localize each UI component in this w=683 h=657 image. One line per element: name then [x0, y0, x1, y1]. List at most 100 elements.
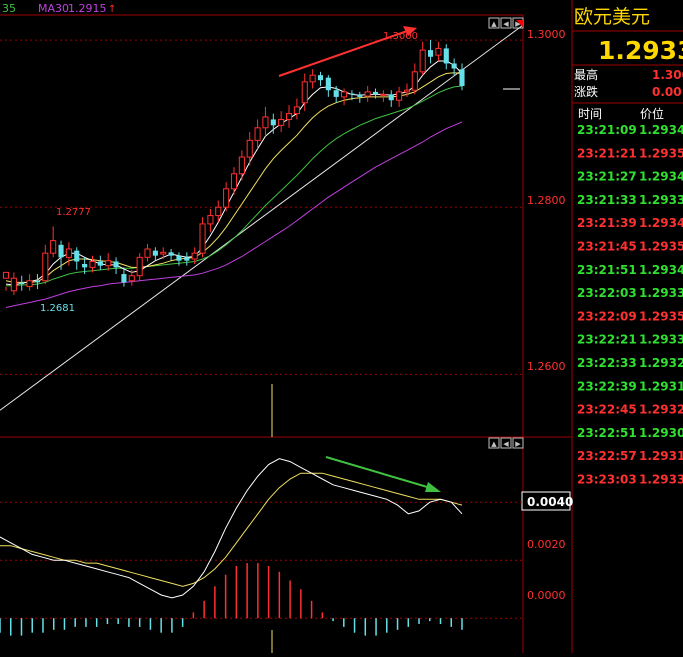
- candle-body-up: [380, 93, 387, 96]
- candle-body-down: [34, 280, 41, 283]
- peak-annotation: 1.3000: [383, 31, 418, 42]
- tick-time: 23:22:33: [577, 356, 637, 370]
- tick-time: 23:21:51: [577, 263, 637, 277]
- price-column-header: 价位: [640, 106, 664, 121]
- macd-scroll-left-icon: ◀: [503, 440, 509, 448]
- candle-body-up: [435, 47, 442, 56]
- candle-body-up: [230, 173, 238, 190]
- candle-body-down: [58, 244, 64, 258]
- tick-time: 23:22:39: [577, 379, 637, 393]
- candle-body-up: [364, 91, 371, 97]
- tick-time: 23:21:21: [577, 146, 637, 160]
- tick-time: 23:22:57: [577, 449, 637, 463]
- candle-body-up: [26, 280, 33, 288]
- tick-price: 1.2932: [639, 403, 683, 417]
- tick-price: 1.2933: [639, 333, 683, 347]
- tick-time: 23:22:21: [577, 333, 637, 347]
- time-column-header: 时间: [578, 107, 602, 121]
- macd-tick-label: 0.0020: [527, 538, 566, 551]
- candle-body-down: [113, 261, 119, 268]
- tick-price: 1.2935: [639, 309, 683, 323]
- candle-body-up: [403, 89, 411, 93]
- candle-body-up: [262, 116, 269, 129]
- candle-body-up: [223, 188, 230, 208]
- ma30-label: MA30: [38, 2, 69, 15]
- candle-body-up: [105, 260, 112, 267]
- candle-body-up: [411, 71, 418, 91]
- price-tick-label: 1.2800: [527, 194, 566, 207]
- candle-body-down: [97, 261, 103, 266]
- tick-price: 1.2934: [639, 216, 683, 230]
- scroll-left-icon: ◀: [503, 20, 509, 28]
- tick-time: 23:22:09: [577, 309, 637, 323]
- tick-time: 23:22:03: [577, 286, 637, 300]
- candle-body-up: [301, 81, 308, 104]
- candle-body-down: [388, 94, 394, 101]
- trading-chart[interactable]: 35 MA30 1.2915 ↑ ▲ ◀ ▶ ▲ ◀ ▶ 1.3000 1.28…: [0, 0, 683, 653]
- change-label: 涨跌: [574, 84, 598, 99]
- candle-body-up: [89, 261, 96, 268]
- tick-time: 23:21:33: [577, 193, 637, 207]
- tick-time: 23:23:03: [577, 473, 637, 487]
- candle-body-down: [443, 48, 449, 64]
- candle-body-down: [19, 282, 25, 285]
- macd-tick-label: 0.0000: [527, 589, 566, 602]
- candle-body-down: [74, 250, 80, 262]
- candle-body-up: [199, 223, 206, 254]
- top-panel-buttons: ▲ ◀ ▶: [488, 17, 524, 29]
- tick-time: 23:21:45: [577, 240, 637, 254]
- candle-body-up: [278, 118, 285, 126]
- macd-scroll-right-icon: ▶: [515, 440, 521, 448]
- tick-price: 1.2933: [639, 473, 683, 487]
- tick-time: 23:22:51: [577, 426, 637, 440]
- candle-body-up: [293, 106, 300, 115]
- change-value: 0.00: [652, 85, 682, 99]
- macd-current-value: 0.0040: [527, 495, 573, 509]
- candle-body-down: [459, 69, 465, 87]
- candle-body-down: [270, 119, 276, 126]
- candle-body-down: [349, 93, 355, 95]
- candle-body-down: [372, 91, 379, 95]
- candle-body-up: [246, 139, 253, 158]
- candle-body-down: [357, 94, 363, 97]
- ma30-arrow-icon: ↑: [108, 4, 116, 15]
- candle-body-down: [427, 50, 434, 57]
- candle-body-down: [152, 250, 158, 256]
- price-tick-label: 1.2600: [527, 360, 566, 373]
- candle-body-down: [184, 257, 190, 261]
- candle-body-up: [238, 156, 245, 175]
- tick-time: 23:22:45: [577, 403, 637, 417]
- candle-body-up: [207, 215, 214, 225]
- candle-body-up: [128, 275, 135, 282]
- macd-maximize-icon: ▲: [491, 440, 497, 448]
- tick-price: 1.2935: [639, 240, 683, 254]
- tick-time: 23:21:09: [577, 123, 637, 137]
- tick-time: 23:21:27: [577, 170, 637, 184]
- candle-body-up: [341, 91, 348, 98]
- tick-time: 23:21:39: [577, 216, 637, 230]
- high-annotation: 1.2777: [56, 207, 91, 218]
- candle-body-down: [325, 77, 331, 91]
- low-annotation: 1.2681: [40, 303, 75, 314]
- tick-price: 1.2934: [639, 170, 683, 184]
- tick-price: 1.2931: [639, 379, 683, 393]
- tick-price: 1.2935: [639, 146, 683, 160]
- candle-body-up: [285, 113, 293, 120]
- candle-body-up: [42, 252, 49, 282]
- ma-fragment-label: 35: [2, 2, 16, 15]
- candle-body-up: [65, 248, 72, 258]
- candle-body-down: [333, 90, 339, 97]
- tick-price: 1.2932: [639, 356, 683, 370]
- tick-price: 1.2933: [639, 193, 683, 207]
- candle-body-down: [82, 264, 88, 268]
- candle-body-down: [121, 274, 127, 283]
- tick-price: 1.2931: [639, 449, 683, 463]
- tick-price: 1.2934: [639, 263, 683, 277]
- candle-body-up: [254, 127, 261, 141]
- candle-body-up: [396, 91, 403, 101]
- candle-body-up: [419, 49, 426, 73]
- candle-body-up: [136, 256, 143, 277]
- candle-body-down: [451, 63, 457, 69]
- candle-body-up: [10, 277, 17, 292]
- candle-body-up: [309, 74, 316, 83]
